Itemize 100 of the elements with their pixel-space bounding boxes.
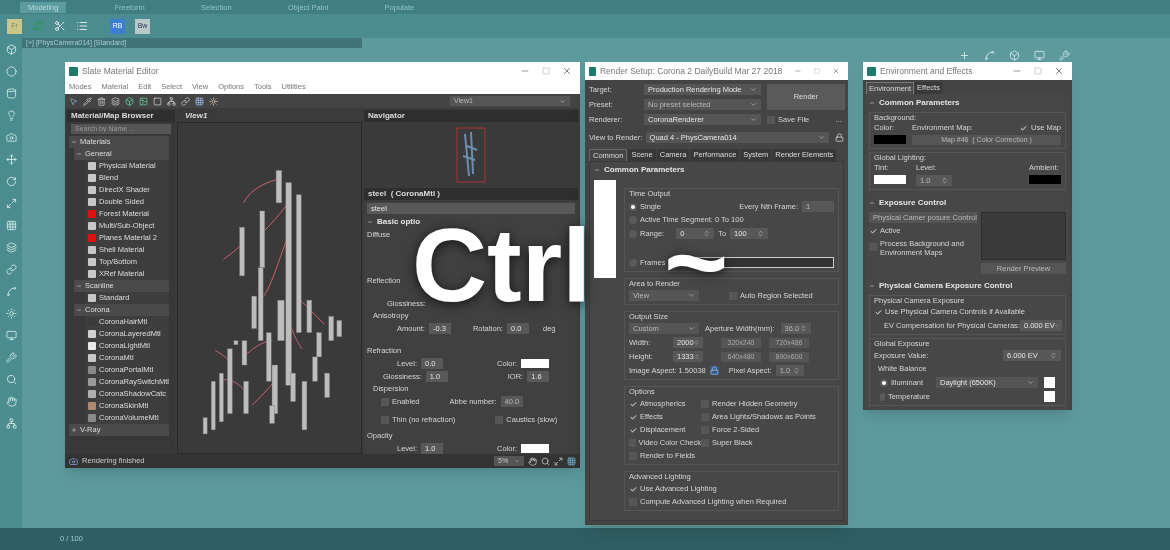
material-node[interactable] bbox=[210, 381, 215, 431]
hand-icon[interactable] bbox=[5, 396, 17, 407]
collapse-icon[interactable] bbox=[869, 100, 875, 106]
color-swatch[interactable] bbox=[874, 135, 906, 144]
color-swatch[interactable] bbox=[1044, 391, 1055, 402]
zoom-extents-icon[interactable] bbox=[554, 456, 563, 466]
material-node[interactable] bbox=[324, 372, 330, 398]
spinner-icon[interactable] bbox=[693, 339, 699, 346]
maximize-icon[interactable] bbox=[542, 67, 550, 75]
checkbox[interactable] bbox=[1020, 124, 1028, 132]
rollout-title[interactable]: Exposure Control bbox=[879, 197, 947, 209]
close-icon[interactable] bbox=[1054, 66, 1064, 76]
zoom-icon[interactable] bbox=[541, 456, 550, 466]
grid-icon[interactable] bbox=[567, 456, 576, 466]
rollout-title[interactable]: Common Parameters bbox=[604, 164, 685, 176]
material-node[interactable] bbox=[311, 356, 318, 382]
material-node[interactable] bbox=[233, 340, 238, 345]
sun-icon[interactable] bbox=[5, 308, 17, 319]
color-swatch[interactable] bbox=[874, 175, 906, 184]
maximize-icon[interactable] bbox=[1034, 67, 1042, 75]
spinner-icon[interactable] bbox=[941, 177, 948, 184]
checkbox[interactable] bbox=[874, 308, 882, 316]
material-node[interactable] bbox=[295, 194, 301, 333]
box-icon[interactable] bbox=[125, 96, 134, 106]
image-icon[interactable] bbox=[139, 96, 148, 106]
light-icon[interactable] bbox=[209, 96, 218, 106]
material-node[interactable] bbox=[241, 340, 247, 366]
lock-icon[interactable] bbox=[835, 133, 844, 142]
camera-icon[interactable] bbox=[5, 132, 17, 143]
collapse-icon[interactable] bbox=[594, 167, 600, 173]
material-node[interactable] bbox=[271, 364, 278, 414]
spinner-icon[interactable] bbox=[799, 325, 807, 332]
color-swatch[interactable] bbox=[1029, 175, 1061, 184]
sphere-icon[interactable] bbox=[5, 66, 17, 77]
material-node[interactable] bbox=[328, 316, 334, 341]
radio-button[interactable] bbox=[629, 202, 637, 211]
cylinder-icon[interactable] bbox=[5, 88, 17, 99]
collapse-icon[interactable] bbox=[367, 219, 373, 225]
material-node[interactable] bbox=[226, 348, 232, 414]
network-icon[interactable] bbox=[5, 418, 17, 429]
spline-icon[interactable] bbox=[984, 50, 995, 61]
checkbox[interactable] bbox=[629, 413, 637, 421]
pan-icon[interactable] bbox=[528, 456, 537, 466]
checkbox[interactable] bbox=[869, 227, 877, 235]
eyedropper-icon[interactable] bbox=[83, 96, 92, 106]
material-node[interactable] bbox=[251, 295, 257, 329]
move-icon[interactable] bbox=[5, 154, 17, 165]
material-node[interactable] bbox=[285, 182, 292, 386]
close-icon[interactable] bbox=[832, 66, 840, 76]
list-icon[interactable] bbox=[76, 20, 88, 32]
layers-icon[interactable] bbox=[5, 242, 17, 253]
material-node[interactable] bbox=[238, 227, 245, 277]
link-icon[interactable] bbox=[181, 96, 190, 106]
material-node[interactable] bbox=[257, 267, 263, 341]
spinner-icon[interactable] bbox=[693, 353, 699, 360]
rollout-title[interactable]: Basic optio bbox=[377, 216, 421, 228]
scale-icon[interactable] bbox=[5, 198, 17, 209]
network-icon[interactable] bbox=[167, 96, 176, 106]
rollout-title[interactable]: Physical Camera Exposure Control bbox=[879, 280, 1013, 292]
layers-icon[interactable] bbox=[111, 96, 120, 106]
box-icon[interactable] bbox=[5, 44, 17, 55]
material-node[interactable] bbox=[242, 381, 249, 414]
monitor-icon[interactable] bbox=[5, 330, 17, 341]
material-node[interactable] bbox=[301, 381, 307, 431]
material-node[interactable] bbox=[259, 210, 265, 268]
checkbox[interactable] bbox=[629, 485, 637, 493]
spinner-icon[interactable] bbox=[792, 367, 800, 374]
pointer-icon[interactable] bbox=[69, 96, 78, 106]
lightbulb-icon[interactable] bbox=[5, 110, 17, 121]
collapse-icon[interactable] bbox=[869, 200, 875, 206]
color-swatch[interactable] bbox=[1044, 377, 1055, 388]
color-swatch[interactable] bbox=[521, 444, 550, 453]
material-node[interactable] bbox=[315, 332, 322, 358]
box-icon[interactable] bbox=[1009, 50, 1020, 61]
material-node[interactable] bbox=[268, 405, 275, 424]
spinner-icon[interactable] bbox=[757, 230, 765, 237]
link-icon[interactable] bbox=[5, 264, 17, 275]
square-icon[interactable] bbox=[153, 96, 162, 106]
render-icon[interactable] bbox=[69, 456, 78, 466]
monitor-icon[interactable] bbox=[1034, 50, 1045, 61]
checkbox[interactable] bbox=[629, 426, 637, 434]
wrench-icon[interactable] bbox=[5, 352, 17, 363]
radio-button[interactable] bbox=[880, 378, 888, 387]
material-node[interactable] bbox=[202, 417, 207, 435]
spinner-icon[interactable] bbox=[1050, 352, 1057, 359]
plus-icon[interactable] bbox=[959, 50, 970, 61]
search-icon[interactable] bbox=[5, 374, 17, 385]
spline-icon[interactable] bbox=[5, 286, 17, 297]
material-node[interactable] bbox=[218, 372, 224, 422]
lock-icon[interactable] bbox=[709, 366, 719, 375]
material-node[interactable] bbox=[265, 332, 271, 382]
trash-icon[interactable] bbox=[97, 96, 106, 106]
scissors-icon[interactable] bbox=[54, 20, 66, 32]
collapse-icon[interactable] bbox=[869, 283, 875, 289]
grid-icon[interactable] bbox=[195, 96, 204, 106]
material-node[interactable] bbox=[289, 372, 296, 402]
material-node[interactable] bbox=[277, 299, 284, 341]
rollout-title[interactable]: Common Parameters bbox=[879, 97, 960, 109]
close-icon[interactable] bbox=[562, 66, 572, 76]
rotate-icon[interactable] bbox=[5, 176, 17, 187]
